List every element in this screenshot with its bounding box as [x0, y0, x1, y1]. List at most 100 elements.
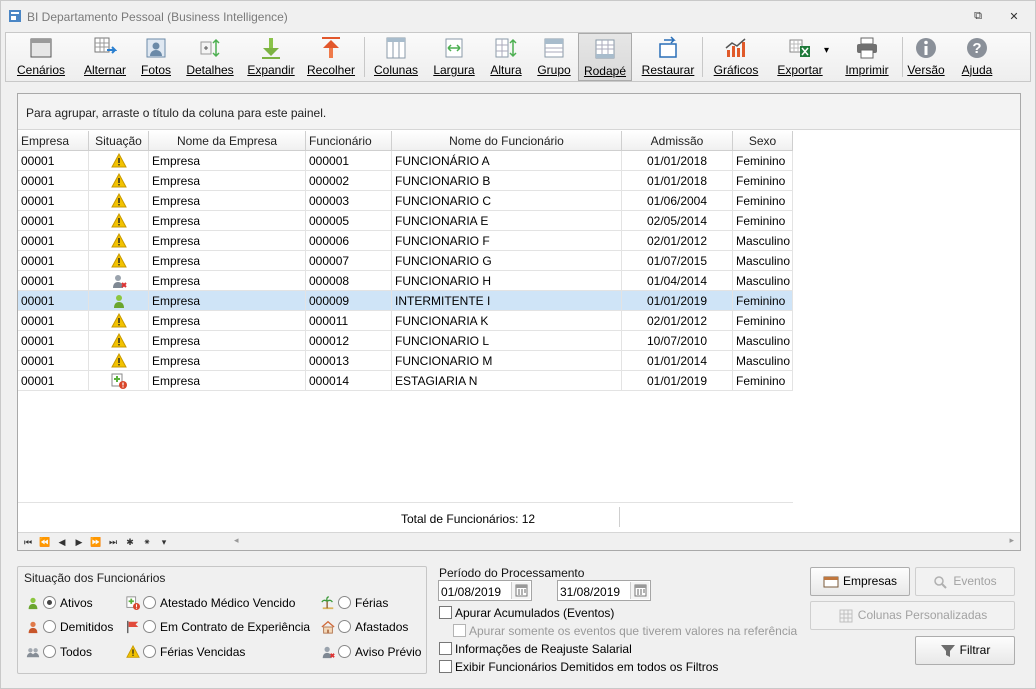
toolbar-button-largura[interactable]: Largura	[427, 33, 481, 81]
navigator-button[interactable]: ▾	[157, 535, 171, 549]
navigator-button[interactable]: ▶	[72, 535, 86, 549]
table-row[interactable]: 00001 Empresa 000011 FUNCIONARIA K 02/01/201…	[18, 311, 793, 331]
toolbar-button-graficos[interactable]: Gráficos	[706, 33, 766, 81]
radio-button[interactable]	[338, 620, 351, 634]
table-row[interactable]: 00001 Empresa 000009 INTERMITENTE I 01/01/20…	[18, 291, 793, 311]
toolbar-button-ajuda[interactable]: ? Ajuda	[952, 33, 1002, 81]
radio-button[interactable]	[143, 596, 156, 610]
toolbar-button-altura[interactable]: Altura	[484, 33, 528, 81]
navigator-button[interactable]: ⏪	[38, 535, 52, 549]
status-cell	[89, 271, 149, 291]
table-cell: 00001	[18, 211, 89, 231]
radio-button[interactable]	[338, 645, 351, 659]
export-dropdown-arrow[interactable]: ▾	[824, 45, 829, 56]
navigator-button[interactable]: ◀	[55, 535, 69, 549]
radio-button[interactable]	[43, 645, 56, 659]
exibir-demitidos-checkbox[interactable]: Exibir Funcionários Demitidos em todos o…	[439, 659, 718, 675]
table-row[interactable]: 00001 Empresa 000008 FUNCIONARIO H 01/04/201…	[18, 271, 793, 291]
footer-icon	[593, 37, 617, 61]
situacao-option-atestado-medico-vencido[interactable]: Atestado Médico Vencido	[126, 595, 295, 613]
reajuste-salarial-checkbox[interactable]: Informações de Reajuste Salarial	[439, 641, 632, 657]
navigator-button[interactable]: ⏩	[89, 535, 103, 549]
toolbar-button-imprimir[interactable]: Imprimir	[838, 33, 896, 81]
toolbar-button-restaurar[interactable]: Restaurar	[636, 33, 700, 81]
situacao-option-ferias-vencidas[interactable]: Férias Vencidas	[126, 644, 245, 662]
column-header[interactable]: Sexo	[733, 131, 793, 151]
group-hint-text: Para agrupar, arraste o título da coluna…	[26, 106, 327, 120]
apurar-somente-checkbox[interactable]: Apurar somente os eventos que tiverem va…	[453, 623, 797, 639]
close-window-button[interactable]: ✕	[1007, 10, 1021, 23]
eventos-button[interactable]: Eventos	[915, 567, 1015, 596]
search-icon	[934, 576, 948, 589]
radio-button[interactable]	[43, 620, 56, 634]
radio-button[interactable]	[338, 596, 351, 610]
apurar-acumulados-checkbox[interactable]: Apurar Acumulados (Eventos)	[439, 605, 614, 621]
table-row[interactable]: 00001 Empresa 000013 FUNCIONARIO M 01/01/201…	[18, 351, 793, 371]
navigator-button[interactable]: ⁕	[140, 535, 154, 549]
navigator-button[interactable]: ⏮	[21, 535, 35, 549]
scroll-right-button[interactable]: ▸	[1009, 535, 1014, 546]
restore-window-button[interactable]: ⧉	[971, 10, 985, 22]
toolbar-button-detalhes[interactable]: Detalhes	[180, 33, 240, 81]
checkbox-box[interactable]	[439, 660, 452, 674]
expired-certificate-icon	[111, 373, 127, 390]
filtrar-button[interactable]: Filtrar	[915, 636, 1015, 665]
toolbar-button-colunas[interactable]: Colunas	[368, 33, 424, 81]
table-cell: Feminino	[733, 291, 793, 311]
period-start-input[interactable]: 01/08/2019	[438, 580, 532, 601]
situacao-option-aviso-previo[interactable]: Aviso Prévio	[321, 644, 421, 662]
situacao-option-afastados[interactable]: Afastados	[321, 619, 408, 637]
table-cell: 000009	[306, 291, 392, 311]
toolbar-button-exportar[interactable]: Exportar	[770, 33, 830, 81]
horizontal-scrollbar[interactable]: ◂ ▸	[232, 535, 1016, 549]
column-header[interactable]: Funcionário	[306, 131, 392, 151]
navigator-button[interactable]: ⏭	[106, 535, 120, 549]
table-row[interactable]: 00001 Empresa 000012 FUNCIONARIO L 10/07/201…	[18, 331, 793, 351]
situacao-option-em-contrato-de-experiencia[interactable]: Em Contrato de Experiência	[126, 619, 310, 637]
table-cell: Feminino	[733, 191, 793, 211]
navigator-button[interactable]: ✱	[123, 535, 137, 549]
toolbar-button-grupo[interactable]: Grupo	[532, 33, 576, 81]
radio-button[interactable]	[143, 645, 156, 659]
table-row[interactable]: 00001 Empresa 000006 FUNCIONARIO F 02/01/201…	[18, 231, 793, 251]
toolbar-button-cenarios[interactable]: Cenários	[14, 33, 68, 81]
situacao-option-ferias[interactable]: Férias	[321, 595, 388, 613]
table-cell: 000003	[306, 191, 392, 211]
table-row[interactable]: 00001 Empresa 000007 FUNCIONARIO G 01/07/201…	[18, 251, 793, 271]
toolbar-button-recolher[interactable]: Recolher	[302, 33, 360, 81]
colunas-personalizadas-button[interactable]: Colunas Personalizadas	[810, 601, 1015, 630]
situacao-option-ativos[interactable]: Ativos	[26, 595, 93, 613]
table-cell: Empresa	[149, 171, 306, 191]
checkbox-box[interactable]	[439, 642, 452, 656]
scroll-left-button[interactable]: ◂	[234, 535, 239, 546]
column-header[interactable]: Admissão	[622, 131, 733, 151]
period-end-input[interactable]: 31/08/2019	[557, 580, 651, 601]
column-header[interactable]: Nome do Funcionário	[392, 131, 622, 151]
table-row[interactable]: 00001 Empresa 000005 FUNCIONARIA E 02/05/201…	[18, 211, 793, 231]
table-cell: Empresa	[149, 191, 306, 211]
checkbox-box[interactable]	[439, 606, 452, 620]
radio-button[interactable]	[143, 620, 156, 634]
column-header[interactable]: Situação	[89, 131, 149, 151]
calendar-icon[interactable]	[511, 582, 530, 599]
table-row[interactable]: 00001 Empresa 000002 FUNCIONARIO B 01/01/201…	[18, 171, 793, 191]
situacao-option-todos[interactable]: Todos	[26, 644, 92, 662]
toolbar-button-alternar[interactable]: Alternar	[76, 33, 134, 81]
toolbar-button-rodape[interactable]: Rodapé	[578, 33, 632, 81]
empresas-button[interactable]: Empresas	[810, 567, 910, 596]
table-row[interactable]: 00001 Empresa 000003 FUNCIONARIO C 01/06/200…	[18, 191, 793, 211]
toolbar-button-expandir[interactable]: Expandir	[243, 33, 299, 81]
table-row[interactable]: 00001 Empresa 000001 FUNCIONÁRIO A 01/01/201…	[18, 151, 793, 171]
table-row[interactable]: 00001 Empresa 000014 ESTAGIARIA N 01/01/2019…	[18, 371, 793, 391]
column-header[interactable]: Nome da Empresa	[149, 131, 306, 151]
calendar-icon[interactable]	[630, 582, 649, 599]
filtrar-label: Filtrar	[959, 643, 991, 657]
situacao-option-demitidos[interactable]: Demitidos	[26, 619, 113, 637]
toolbar-button-versao[interactable]: Versão	[904, 33, 948, 81]
radio-button[interactable]	[43, 596, 56, 610]
title-bar: BI Departamento Pessoal (Business Intell…	[1, 1, 1035, 31]
group-by-area[interactable]: Para agrupar, arraste o título da coluna…	[18, 94, 1020, 130]
checkbox-box[interactable]	[453, 624, 466, 638]
column-header[interactable]: Empresa	[18, 131, 89, 151]
toolbar-button-fotos[interactable]: Fotos	[136, 33, 176, 81]
